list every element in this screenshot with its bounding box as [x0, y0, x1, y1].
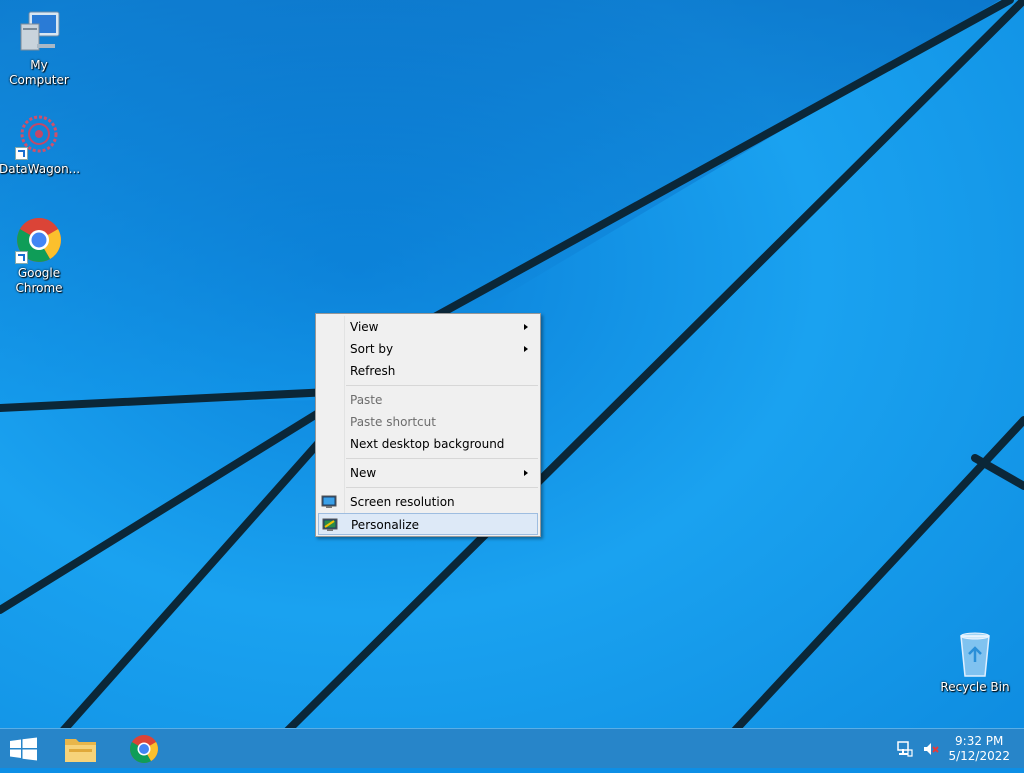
clock-time: 9:32 PM: [955, 734, 1004, 748]
chrome-icon: [15, 216, 63, 264]
desktop-icon-my-computer[interactable]: My Computer: [0, 8, 79, 88]
menu-item-label: Next desktop background: [350, 437, 505, 451]
submenu-arrow-icon: [524, 346, 528, 352]
menu-item-label: Paste shortcut: [350, 415, 436, 429]
menu-item-label: Screen resolution: [350, 495, 455, 509]
chrome-taskbar-button[interactable]: [121, 729, 167, 769]
shortcut-arrow-icon: [15, 251, 28, 264]
menu-separator: [346, 385, 538, 386]
submenu-arrow-icon: [524, 324, 528, 330]
file-explorer-button[interactable]: [58, 729, 104, 769]
desktop-icon-label: My Computer: [9, 58, 69, 87]
clock-date: 5/12/2022: [948, 749, 1010, 763]
menu-item-label: View: [350, 320, 379, 334]
display-icon: [321, 494, 337, 510]
menu-separator: [346, 458, 538, 459]
menu-item-label: Personalize: [351, 518, 420, 532]
desktop-icon-recycle-bin[interactable]: Recycle Bin: [935, 630, 1015, 695]
desktop-context-menu: View Sort by Refresh Paste Paste shortcu…: [315, 313, 541, 537]
network-icon[interactable]: [896, 740, 914, 758]
shortcut-arrow-icon: [15, 147, 28, 160]
desktop-icon-label: Recycle Bin: [940, 680, 1010, 694]
chrome-icon: [130, 735, 158, 763]
menu-item-personalize[interactable]: Personalize: [318, 513, 538, 535]
volume-muted-icon[interactable]: [922, 740, 940, 758]
menu-item-paste-shortcut[interactable]: Paste shortcut: [318, 411, 538, 433]
windows-logo-icon: [10, 737, 37, 761]
menu-item-label: Paste: [350, 393, 383, 407]
menu-item-label: Sort by: [350, 342, 394, 356]
menu-item-view[interactable]: View: [318, 316, 538, 338]
menu-item-paste[interactable]: Paste: [318, 389, 538, 411]
menu-item-label: Refresh: [350, 364, 396, 378]
menu-item-next-desktop-background[interactable]: Next desktop background: [318, 433, 538, 455]
desktop-icon-label: DataWagon...: [0, 162, 81, 176]
desktop-icon-google-chrome[interactable]: Google Chrome: [0, 216, 79, 296]
personalize-icon: [322, 517, 338, 533]
taskbar-clock[interactable]: 9:32 PM 5/12/2022: [948, 734, 1010, 764]
file-explorer-icon: [65, 739, 96, 762]
taskbar: 9:32 PM 5/12/2022: [0, 728, 1024, 768]
desktop-icon-label: Google Chrome: [15, 266, 63, 295]
desktop-icon-datawagon[interactable]: DataWagon...: [0, 112, 81, 177]
menu-item-label: New: [350, 466, 377, 480]
menu-item-new[interactable]: New: [318, 462, 538, 484]
menu-item-screen-resolution[interactable]: Screen resolution: [318, 491, 538, 513]
datawagon-icon: [15, 112, 63, 160]
submenu-arrow-icon: [524, 470, 528, 476]
start-button[interactable]: [0, 729, 46, 769]
computer-icon: [15, 8, 63, 56]
menu-separator: [346, 487, 538, 488]
menu-item-refresh[interactable]: Refresh: [318, 360, 538, 382]
menu-item-sort-by[interactable]: Sort by: [318, 338, 538, 360]
recycle-bin-icon: [951, 630, 999, 678]
